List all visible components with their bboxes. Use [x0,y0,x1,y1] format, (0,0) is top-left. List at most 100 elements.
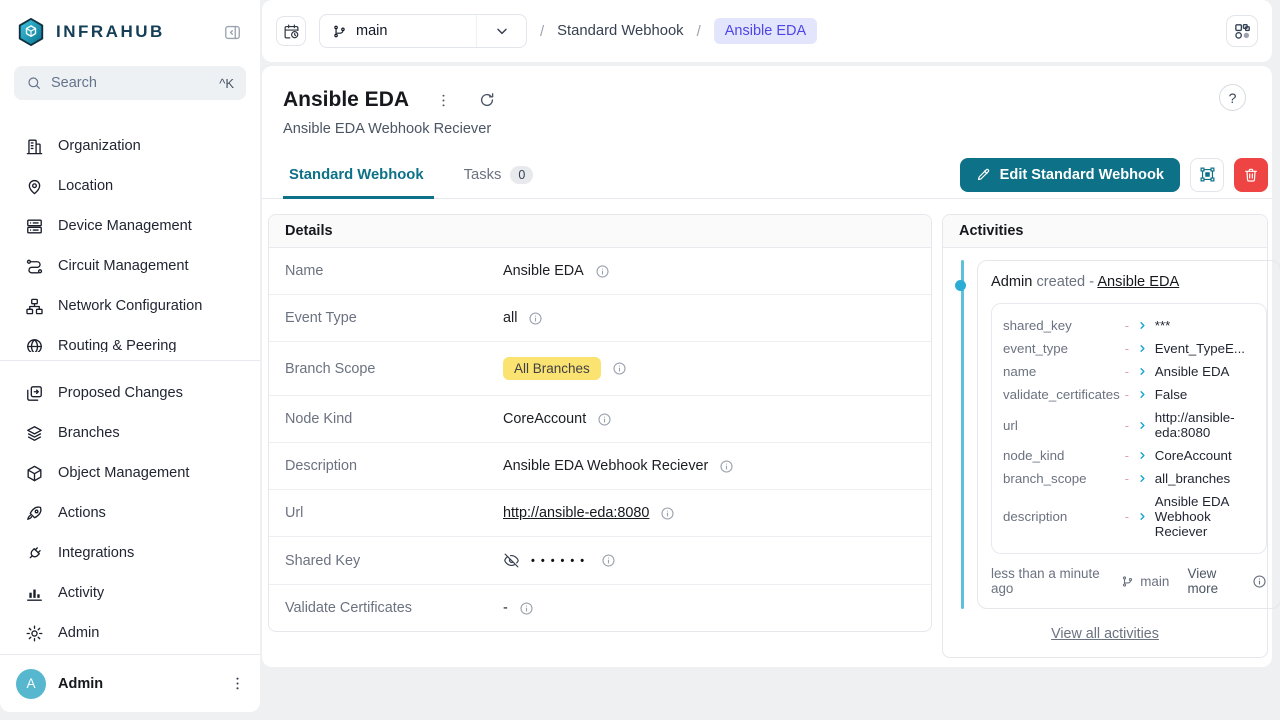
breadcrumb-item-standard-webhook[interactable]: Standard Webhook [557,23,683,39]
view-more-link[interactable]: View more [1188,566,1234,596]
change-name: name [1003,364,1120,379]
sidebar-item-circuit-management[interactable]: Circuit Management [0,246,260,286]
user-name: Admin [58,676,103,692]
breadcrumb-separator: / [540,23,544,40]
bar-chart-icon [25,584,44,603]
info-icon[interactable] [519,601,534,616]
diff-copy-icon [25,384,44,403]
activity-branch: main [1121,574,1169,589]
kebab-icon [229,675,246,692]
sidebar-item-device-management[interactable]: Device Management [0,206,260,246]
details-row-validate-certificates: Validate Certificates - [269,584,931,631]
tab-label: Standard Webhook [289,167,424,183]
sidebar-item-label: Routing & Peering [58,338,176,352]
details-row-node-kind: Node Kind CoreAccount [269,395,931,442]
plug-icon [25,544,44,563]
edit-standard-webhook-button[interactable]: Edit Standard Webhook [960,158,1180,192]
change-value: Ansible EDA [1155,364,1255,379]
branch-selector-toggle[interactable] [476,15,526,47]
webhook-url-link[interactable]: http://ansible-eda:8080 [503,505,649,521]
server-icon [25,217,44,236]
refresh-button[interactable] [478,91,496,109]
sidebar-item-activity[interactable]: Activity [0,573,260,613]
change-value: *** [1155,318,1255,333]
details-card-title: Details [269,215,931,248]
time-travel-button[interactable] [276,16,306,46]
main-panel: Ansible EDA ? Ansible EDA Webhook Reciev… [262,66,1272,667]
change-row-node-kind: node_kind - CoreAccount [1003,444,1255,467]
page-kebab-button[interactable] [435,92,452,109]
eye-off-icon [503,552,520,569]
change-value: False [1155,387,1255,402]
sidebar-item-organization[interactable]: Organization [0,126,260,166]
tab-tasks[interactable]: Tasks 0 [464,151,534,198]
details-row-event-type: Event Type all [269,294,931,341]
info-icon[interactable] [601,553,616,568]
git-branch-icon [1121,575,1134,588]
change-row-name: name - Ansible EDA [1003,360,1255,383]
sidebar-item-object-management[interactable]: Object Management [0,453,260,493]
breadcrumb-item-ansible-eda[interactable]: Ansible EDA [714,18,817,44]
page-title: Ansible EDA [283,88,409,112]
change-name: url [1003,418,1120,433]
change-previous-dash: - [1120,387,1134,402]
search-input[interactable]: Search ^K [14,66,246,100]
change-name: shared_key [1003,318,1120,333]
info-icon[interactable] [528,311,543,326]
activity-event-card: Admin created - Ansible EDA shared_key -… [977,260,1280,609]
change-name: validate_certificates [1003,387,1120,402]
manage-groups-button[interactable] [1190,158,1224,192]
schema-apps-button[interactable] [1226,15,1258,47]
sidebar-nav-secondary: Proposed Changes Branches Object Managem… [0,373,260,653]
sidebar-item-routing-peering[interactable]: Routing & Peering [0,326,260,352]
change-previous-dash: - [1120,318,1134,333]
cube-icon [25,464,44,483]
sidebar: INFRAHUB Search ^K Organization [0,0,260,712]
user-menu[interactable]: A Admin [0,654,260,712]
edit-button-label: Edit Standard Webhook [1000,167,1164,183]
reveal-secret-button[interactable] [503,552,520,569]
search-placeholder: Search [51,75,97,91]
user-kebab-button[interactable] [229,675,246,692]
pencil-icon [976,167,991,182]
info-icon[interactable] [719,459,734,474]
branch-selector[interactable]: main [319,14,527,48]
tab-standard-webhook[interactable]: Standard Webhook [289,151,424,198]
row-value: CoreAccount [503,411,586,427]
sidebar-item-proposed-changes[interactable]: Proposed Changes [0,373,260,413]
sidebar-item-actions[interactable]: Actions [0,493,260,533]
change-previous-dash: - [1120,364,1134,379]
sidebar-collapse-button[interactable] [223,23,242,42]
building-icon [25,137,44,156]
sidebar-item-admin[interactable]: Admin [0,613,260,653]
sidebar-item-label: Admin [58,625,99,641]
row-label: Description [285,458,503,474]
help-button[interactable]: ? [1219,84,1246,111]
row-label: Event Type [285,310,503,326]
info-circle-icon[interactable] [1252,574,1267,589]
object-group-icon [1199,166,1216,183]
sidebar-item-network-configuration[interactable]: Network Configuration [0,286,260,326]
network-icon [25,297,44,316]
chevron-right-icon [1134,389,1151,400]
row-label: Url [285,505,503,521]
activity-object-link[interactable]: Ansible EDA [1097,274,1179,290]
timeline-dot [955,280,966,291]
change-previous-dash: - [1120,471,1134,486]
change-value: http://ansible-eda:8080 [1155,410,1255,440]
info-icon[interactable] [660,506,675,521]
sidebar-header: INFRAHUB [0,0,260,64]
sidebar-item-location[interactable]: Location [0,166,260,206]
change-value: Event_TypeE... [1155,341,1255,356]
change-row-description: description - Ansible EDA Webhook Reciev… [1003,490,1255,543]
delete-button[interactable] [1234,158,1268,192]
info-icon[interactable] [595,264,610,279]
sidebar-item-branches[interactable]: Branches [0,413,260,453]
change-name: node_kind [1003,448,1120,463]
info-icon[interactable] [612,361,627,376]
activity-timestamp: less than a minute ago [991,566,1103,596]
view-all-activities-link[interactable]: View all activities [943,626,1267,642]
sidebar-item-label: Activity [58,585,104,601]
sidebar-item-integrations[interactable]: Integrations [0,533,260,573]
info-icon[interactable] [597,412,612,427]
